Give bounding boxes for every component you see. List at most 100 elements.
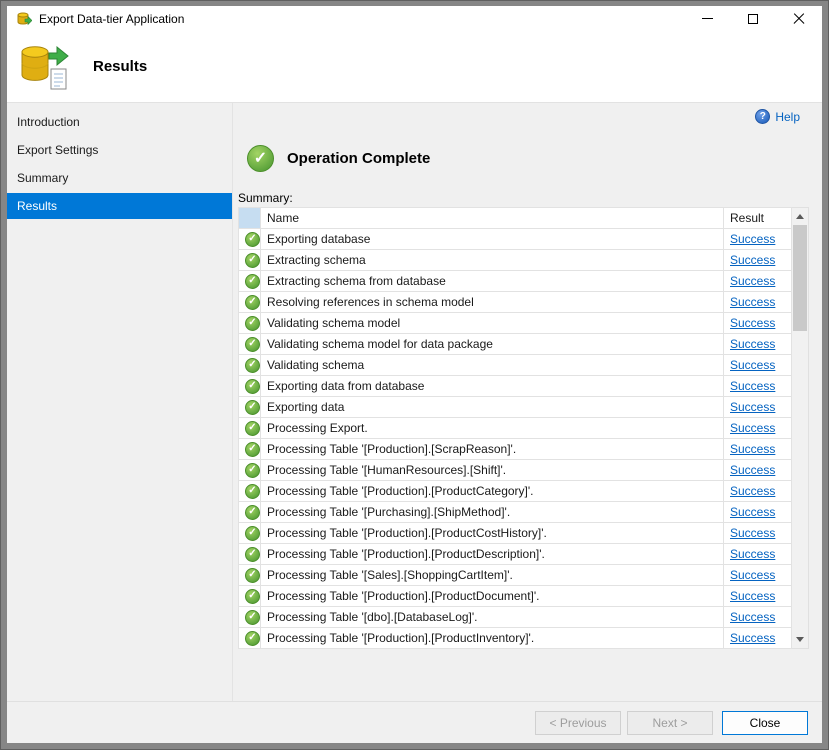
- row-status-cell: [239, 523, 261, 544]
- success-link[interactable]: Success: [730, 400, 775, 414]
- table-row[interactable]: Extracting schemaSuccess: [239, 250, 792, 271]
- window-controls: [684, 6, 822, 31]
- success-link[interactable]: Success: [730, 274, 775, 288]
- row-result-cell: Success: [724, 460, 792, 481]
- table-row[interactable]: Exporting data Success: [239, 397, 792, 418]
- success-link[interactable]: Success: [730, 295, 775, 309]
- sidebar-item-results[interactable]: Results: [7, 193, 232, 219]
- row-status-cell: [239, 271, 261, 292]
- table-row[interactable]: Processing Table '[Sales].[ShoppingCartI…: [239, 565, 792, 586]
- table-row[interactable]: Exporting data from databaseSuccess: [239, 376, 792, 397]
- success-link[interactable]: Success: [730, 547, 775, 561]
- success-link[interactable]: Success: [730, 358, 775, 372]
- success-check-icon: [245, 421, 260, 436]
- table-row[interactable]: Processing Table '[Purchasing].[ShipMeth…: [239, 502, 792, 523]
- table-row[interactable]: Processing Table '[dbo].[DatabaseLog]'. S…: [239, 607, 792, 628]
- table-row[interactable]: Extracting schema from database Success: [239, 271, 792, 292]
- row-status-cell: [239, 292, 261, 313]
- table-row[interactable]: Processing Table '[HumanResources].[Shif…: [239, 460, 792, 481]
- scrollbar-thumb[interactable]: [793, 225, 807, 331]
- export-dac-icon: [19, 43, 69, 91]
- row-name: Extracting schema from database: [261, 271, 724, 292]
- success-link[interactable]: Success: [730, 442, 775, 456]
- table-row[interactable]: Validating schemaSuccess: [239, 355, 792, 376]
- success-check-icon: [245, 463, 260, 478]
- scrollbar-down-button[interactable]: [792, 631, 808, 648]
- table-row[interactable]: Processing Table '[Production].[ProductD…: [239, 544, 792, 565]
- sidebar-item-introduction[interactable]: Introduction: [7, 109, 232, 135]
- status-title: Operation Complete: [287, 150, 430, 167]
- success-check-icon: [245, 610, 260, 625]
- success-link[interactable]: Success: [730, 610, 775, 624]
- success-link[interactable]: Success: [730, 316, 775, 330]
- success-link[interactable]: Success: [730, 421, 775, 435]
- success-link[interactable]: Success: [730, 631, 775, 645]
- row-result-cell: Success: [724, 565, 792, 586]
- previous-button[interactable]: < Previous: [535, 711, 621, 735]
- success-check-icon: [245, 253, 260, 268]
- row-name: Processing Table '[dbo].[DatabaseLog]'.: [261, 607, 724, 628]
- table-row[interactable]: Validating schema model Success: [239, 313, 792, 334]
- success-link[interactable]: Success: [730, 337, 775, 351]
- operation-complete-check-icon: [247, 145, 274, 172]
- results-table-area: Name Result Exporting databaseSuccessExt…: [238, 207, 809, 649]
- select-all-header-cell[interactable]: [239, 208, 261, 229]
- row-status-cell: [239, 481, 261, 502]
- success-link[interactable]: Success: [730, 463, 775, 477]
- row-name: Exporting data: [261, 397, 724, 418]
- row-name: Processing Export.: [261, 418, 724, 439]
- help-label: Help: [775, 110, 800, 124]
- window-title: Export Data-tier Application: [39, 12, 184, 26]
- success-link[interactable]: Success: [730, 568, 775, 582]
- success-link[interactable]: Success: [730, 484, 775, 498]
- success-link[interactable]: Success: [730, 253, 775, 267]
- minimize-button[interactable]: [684, 6, 730, 31]
- row-result-cell: Success: [724, 607, 792, 628]
- success-check-icon: [245, 526, 260, 541]
- success-link[interactable]: Success: [730, 589, 775, 603]
- success-link[interactable]: Success: [730, 526, 775, 540]
- row-name: Processing Table '[Production].[ProductC…: [261, 481, 724, 502]
- row-status-cell: [239, 355, 261, 376]
- down-arrow-icon: [796, 637, 804, 642]
- table-row[interactable]: Processing Table '[Production].[ProductC…: [239, 481, 792, 502]
- vertical-scrollbar[interactable]: [792, 207, 809, 649]
- table-row[interactable]: Processing Table '[Production].[ProductC…: [239, 523, 792, 544]
- table-row[interactable]: Exporting database Success: [239, 229, 792, 250]
- close-button[interactable]: Close: [722, 711, 808, 735]
- help-link[interactable]: Help: [755, 109, 800, 124]
- row-name: Exporting database: [261, 229, 724, 250]
- row-result-cell: Success: [724, 355, 792, 376]
- export-dac-dialog: Export Data-tier Application: [7, 6, 822, 743]
- scrollbar-up-button[interactable]: [792, 208, 808, 225]
- column-header-name[interactable]: Name: [261, 208, 724, 229]
- row-result-cell: Success: [724, 397, 792, 418]
- page-title: Results: [93, 58, 147, 75]
- column-header-result[interactable]: Result: [724, 208, 792, 229]
- table-row[interactable]: Validating schema model for data package…: [239, 334, 792, 355]
- sidebar-item-export-settings[interactable]: Export Settings: [7, 137, 232, 163]
- row-status-cell: [239, 439, 261, 460]
- table-row[interactable]: Resolving references in schema modelSucc…: [239, 292, 792, 313]
- row-name: Validating schema model: [261, 313, 724, 334]
- sidebar-item-summary[interactable]: Summary: [7, 165, 232, 191]
- success-link[interactable]: Success: [730, 232, 775, 246]
- close-window-button[interactable]: [776, 6, 822, 31]
- success-check-icon: [245, 232, 260, 247]
- results-page: Help Operation Complete Summary: Name: [233, 103, 822, 701]
- success-link[interactable]: Success: [730, 505, 775, 519]
- help-icon: [755, 109, 770, 124]
- success-link[interactable]: Success: [730, 379, 775, 393]
- table-row[interactable]: Processing Export. Success: [239, 418, 792, 439]
- table-row[interactable]: Processing Table '[Production].[ProductI…: [239, 628, 792, 649]
- row-name: Validating schema model for data package: [261, 334, 724, 355]
- table-row[interactable]: Processing Table '[Production].[ScrapRea…: [239, 439, 792, 460]
- scrollbar-track[interactable]: [792, 225, 808, 631]
- row-name: Processing Table '[Production].[ProductI…: [261, 628, 724, 649]
- table-row[interactable]: Processing Table '[Production].[ProductD…: [239, 586, 792, 607]
- next-button[interactable]: Next >: [627, 711, 713, 735]
- row-status-cell: [239, 418, 261, 439]
- row-name: Processing Table '[Production].[ProductD…: [261, 544, 724, 565]
- maximize-button[interactable]: [730, 6, 776, 31]
- success-check-icon: [245, 442, 260, 457]
